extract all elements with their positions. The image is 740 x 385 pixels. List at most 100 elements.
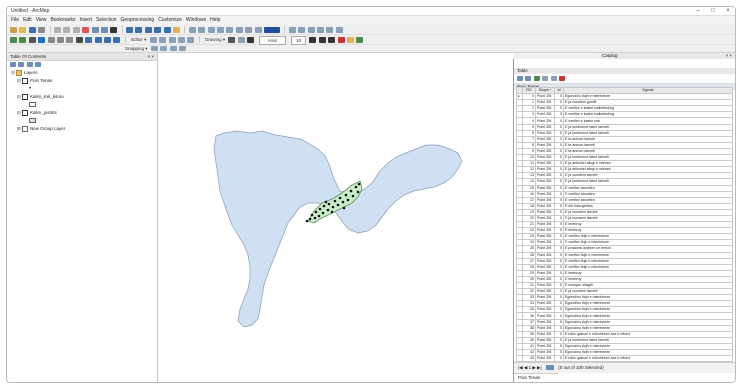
tool-icon[interactable] bbox=[288, 26, 296, 33]
menu-item-edit[interactable]: Edit bbox=[23, 16, 32, 24]
menu-item-view[interactable]: View bbox=[36, 16, 47, 24]
tool-icon[interactable] bbox=[245, 26, 253, 33]
delete-icon[interactable] bbox=[82, 26, 90, 33]
toc-layers-group[interactable]: ⊟ Layers bbox=[7, 69, 157, 77]
table-options-icon[interactable] bbox=[517, 76, 523, 81]
visibility-checkbox[interactable] bbox=[22, 125, 29, 132]
minimize-button[interactable]: – bbox=[691, 7, 705, 15]
print-icon[interactable] bbox=[38, 26, 46, 33]
attribute-grid[interactable]: FID Shape * Id Egonis ▸ 0 Point ZM 0 Egonoli… bbox=[516, 87, 733, 362]
full-extent-icon[interactable] bbox=[38, 36, 46, 43]
add-data-icon[interactable] bbox=[110, 26, 118, 33]
table-bottom-tab[interactable]: Poin Tenan bbox=[514, 373, 558, 382]
cell-shape[interactable]: Point ZM bbox=[535, 355, 555, 362]
edit-tool-icon[interactable] bbox=[187, 36, 195, 43]
catalog-icon[interactable] bbox=[144, 26, 152, 33]
zoom-out-icon[interactable] bbox=[19, 36, 27, 43]
draw-icon[interactable] bbox=[237, 36, 245, 43]
tool-icon[interactable] bbox=[226, 26, 234, 33]
list-by-source-icon[interactable] bbox=[18, 62, 25, 67]
menu-item-selection[interactable]: Selection bbox=[96, 16, 117, 24]
switch-selection-icon[interactable] bbox=[542, 76, 549, 81]
line-color-icon[interactable] bbox=[356, 36, 364, 43]
tool-icon[interactable] bbox=[198, 26, 206, 33]
tool-icon[interactable] bbox=[307, 26, 315, 33]
edit-tool-icon[interactable] bbox=[177, 36, 185, 43]
redo-icon[interactable] bbox=[100, 26, 108, 33]
find-icon[interactable] bbox=[94, 36, 102, 43]
text-icon[interactable] bbox=[247, 36, 255, 43]
snap-end-icon[interactable] bbox=[160, 46, 168, 51]
edit-tool-icon[interactable] bbox=[159, 36, 167, 43]
menu-item-bookmarks[interactable]: Bookmarks bbox=[50, 16, 75, 24]
editor-menu[interactable]: Editor ▾ bbox=[131, 35, 146, 44]
tool-icon[interactable] bbox=[188, 26, 196, 33]
edit-tool-icon[interactable] bbox=[149, 36, 157, 43]
python-icon[interactable] bbox=[173, 26, 181, 33]
maximize-button[interactable]: □ bbox=[706, 7, 720, 15]
menu-item-insert[interactable]: Insert bbox=[79, 16, 92, 24]
tool-icon[interactable] bbox=[298, 26, 306, 33]
menu-item-file[interactable]: File bbox=[11, 16, 19, 24]
font-color-icon[interactable] bbox=[337, 36, 345, 43]
map-view[interactable] bbox=[158, 53, 513, 382]
tool-icon[interactable] bbox=[316, 26, 324, 33]
measure-icon[interactable] bbox=[103, 36, 111, 43]
snap-point-icon[interactable] bbox=[150, 46, 158, 51]
open-icon[interactable] bbox=[19, 26, 27, 33]
select-elements-icon[interactable] bbox=[228, 36, 236, 43]
list-by-drawing-order-icon[interactable] bbox=[10, 62, 16, 67]
undo-icon[interactable] bbox=[91, 26, 99, 33]
menu-item-windows[interactable]: Windows bbox=[186, 16, 206, 24]
edit-tool-icon[interactable] bbox=[168, 36, 176, 43]
hyperlink-icon[interactable] bbox=[113, 36, 121, 43]
close-button[interactable]: × bbox=[721, 7, 735, 15]
paste-icon[interactable] bbox=[72, 26, 80, 33]
toc-layer-kalim-jostrits[interactable]: ⊟ Kalim_jostrits bbox=[7, 109, 157, 117]
toc-layer-kalim-kel[interactable]: ⊟ Kalim_Kel_kitoru bbox=[7, 93, 157, 101]
underline-icon[interactable] bbox=[328, 36, 336, 43]
table-of-contents-icon[interactable] bbox=[135, 26, 143, 33]
menu-item-help[interactable]: Help bbox=[210, 16, 220, 24]
tool-icon[interactable] bbox=[254, 26, 262, 33]
new-icon[interactable] bbox=[10, 26, 17, 33]
visibility-checkbox[interactable] bbox=[22, 93, 29, 100]
list-by-visibility-icon[interactable] bbox=[26, 62, 33, 67]
menu-item-geoprocessing[interactable]: Geoprocessing bbox=[121, 16, 155, 24]
cell-fid[interactable]: 43 bbox=[522, 355, 536, 362]
snap-vertex-icon[interactable] bbox=[169, 46, 177, 51]
tool-icon[interactable] bbox=[216, 26, 224, 33]
map-canvas[interactable] bbox=[158, 53, 513, 382]
clear-selection-icon[interactable] bbox=[550, 76, 557, 81]
pan-icon[interactable] bbox=[28, 36, 36, 43]
drawing-menu[interactable]: Drawing ▾ bbox=[205, 35, 225, 44]
related-tables-icon[interactable] bbox=[525, 76, 532, 81]
toc-layer-poin-tenan[interactable]: ⊟ Poin Tenan bbox=[7, 77, 157, 85]
visibility-checkbox[interactable] bbox=[22, 77, 29, 84]
tool-icon[interactable] bbox=[335, 26, 343, 33]
select-features-icon[interactable] bbox=[75, 36, 83, 43]
region-polygon[interactable] bbox=[213, 130, 463, 328]
delete-selected-icon[interactable] bbox=[558, 76, 565, 81]
forward-icon[interactable] bbox=[66, 36, 74, 43]
toc-layer-new-group[interactable]: ⊞ New Group Layer bbox=[7, 125, 157, 133]
search-icon[interactable] bbox=[154, 26, 162, 33]
fill-color-icon[interactable] bbox=[347, 36, 355, 43]
toc-close-button[interactable]: × × bbox=[147, 53, 154, 60]
fixed-zoom-icon[interactable] bbox=[47, 36, 55, 43]
list-by-selection-icon[interactable] bbox=[35, 62, 42, 67]
save-icon[interactable] bbox=[28, 26, 36, 33]
tool-icon[interactable] bbox=[235, 26, 243, 33]
scale-box[interactable] bbox=[263, 26, 280, 33]
arctoolbox-icon[interactable] bbox=[163, 26, 171, 33]
editor-toolbar-icon[interactable] bbox=[126, 26, 134, 33]
font-size-select[interactable]: 10 bbox=[291, 36, 307, 45]
show-all-records-icon[interactable] bbox=[545, 365, 554, 371]
tool-icon[interactable] bbox=[207, 26, 215, 33]
back-icon[interactable] bbox=[56, 36, 64, 43]
record-navigation[interactable]: |◀ ◀ 1 ▶ ▶| bbox=[518, 365, 542, 370]
copy-icon[interactable] bbox=[63, 26, 71, 33]
select-by-attributes-icon[interactable] bbox=[533, 76, 540, 81]
cell-egonis[interactable]: E bahn galeze e mlenheeze aza e mbeni bbox=[563, 355, 733, 362]
zoom-in-icon[interactable] bbox=[10, 36, 17, 43]
